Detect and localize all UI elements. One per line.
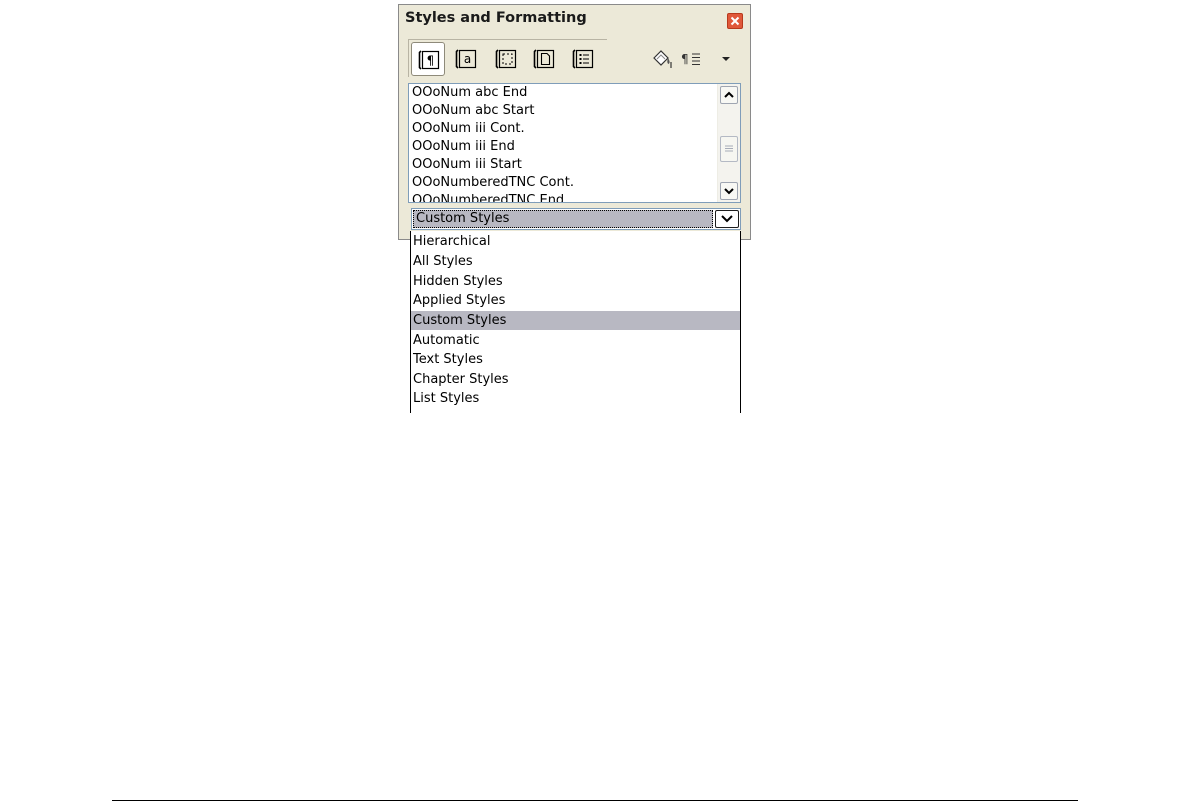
list-item[interactable]: OOoNum abc Start	[412, 102, 534, 120]
chevron-down-icon	[721, 215, 733, 223]
style-actions-dropdown-button[interactable]	[718, 48, 734, 70]
frame-styles-button[interactable]	[489, 42, 523, 76]
paragraph-styles-icon: ¶	[418, 50, 440, 70]
filter-option-list-styles[interactable]: List Styles	[411, 389, 740, 408]
paragraph-styles-button[interactable]: ¶	[411, 42, 445, 76]
style-filter-select[interactable]: Custom Styles	[411, 208, 741, 230]
dropdown-arrow-icon	[722, 57, 730, 61]
new-style-from-selection-icon: ¶	[681, 52, 700, 66]
grip-icon	[725, 145, 733, 152]
style-filter-value: Custom Styles	[413, 210, 713, 228]
style-category-group: ¶ a	[408, 39, 607, 77]
chevron-down-icon	[724, 188, 734, 195]
scroll-thumb[interactable]	[720, 136, 738, 162]
style-filter-dropdown-button[interactable]	[715, 210, 739, 228]
filter-option-custom-styles[interactable]: Custom Styles	[411, 311, 740, 330]
filter-option-applied-styles[interactable]: Applied Styles	[411, 291, 740, 310]
new-style-from-selection-button[interactable]: ¶	[680, 48, 714, 70]
character-styles-icon: a	[455, 49, 477, 69]
list-item[interactable]: OOoNum abc End	[412, 84, 527, 102]
close-button[interactable]	[727, 13, 743, 29]
list-styles-icon	[572, 49, 594, 69]
filter-option-all-styles[interactable]: All Styles	[411, 252, 740, 271]
style-toolbar: ¶ a ¶	[408, 39, 742, 79]
list-item[interactable]: OOoNumberedTNC Cont.	[412, 174, 574, 192]
svg-text:¶: ¶	[681, 52, 689, 66]
svg-text:a: a	[464, 52, 471, 66]
chevron-up-icon	[724, 91, 734, 98]
style-filter-options: Hierarchical All Styles Hidden Styles Ap…	[410, 231, 741, 413]
fill-format-mode-button[interactable]	[650, 48, 676, 70]
frame-styles-icon	[495, 49, 517, 69]
filter-option-chapter-styles[interactable]: Chapter Styles	[411, 370, 740, 389]
list-item[interactable]: OOoNum iii End	[412, 138, 515, 156]
styles-and-formatting-window: Styles and Formatting ¶ a ¶ OOoNum abc E…	[398, 4, 751, 240]
list-item[interactable]: OOoNum iii Cont.	[412, 120, 525, 138]
list-item[interactable]: OOoNum iii Start	[412, 156, 522, 174]
fill-format-mode-icon	[653, 50, 672, 68]
window-title: Styles and Formatting	[405, 10, 587, 26]
title-bar[interactable]: Styles and Formatting	[399, 5, 750, 33]
character-styles-button[interactable]: a	[449, 42, 483, 76]
page-styles-icon	[533, 49, 555, 69]
list-item[interactable]: OOoNumberedTNC End	[412, 192, 564, 202]
svg-text:¶: ¶	[427, 54, 435, 68]
close-icon	[730, 16, 740, 26]
scroll-down-button[interactable]	[720, 182, 738, 200]
filter-option-hierarchical[interactable]: Hierarchical	[411, 232, 740, 251]
scroll-up-button[interactable]	[720, 86, 738, 104]
page-styles-button[interactable]	[527, 42, 561, 76]
style-list[interactable]: OOoNum abc End OOoNum abc Start OOoNum i…	[408, 83, 741, 203]
vertical-scrollbar[interactable]	[717, 84, 740, 202]
filter-option-text-styles[interactable]: Text Styles	[411, 350, 740, 369]
page-footer-rule	[112, 800, 1078, 801]
list-styles-button[interactable]	[566, 42, 600, 76]
filter-option-hidden-styles[interactable]: Hidden Styles	[411, 272, 740, 291]
filter-option-automatic[interactable]: Automatic	[411, 331, 740, 350]
